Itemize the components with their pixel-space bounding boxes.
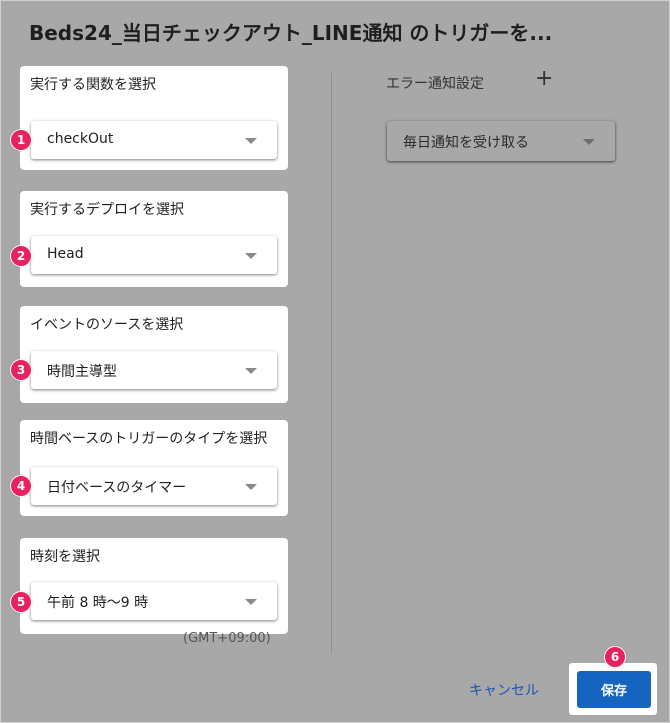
chevron-down-icon <box>245 253 257 259</box>
step-badge-2: 2 <box>10 245 32 267</box>
timezone-label: (GMT+09:00) <box>183 631 271 646</box>
chevron-down-icon <box>245 138 257 144</box>
step-badge-1: 1 <box>10 129 32 151</box>
event-source-select[interactable]: 時間主導型 <box>31 351 277 389</box>
chevron-down-icon <box>245 368 257 374</box>
save-button[interactable]: 保存 <box>577 671 651 708</box>
deployment-label: 実行するデプロイを選択 <box>30 202 184 218</box>
trigger-dialog: Beds24_当日チェックアウト_LINE通知 のトリガーを... 実行する関数… <box>0 0 670 723</box>
time-of-day-select-value: 午前 8 時～9 時 <box>47 595 149 611</box>
step-badge-3: 3 <box>10 359 32 381</box>
chevron-down-icon <box>245 599 257 605</box>
error-notification-label: エラー通知設定 <box>386 76 484 92</box>
step-badge-6: 6 <box>604 646 626 668</box>
chevron-down-icon <box>583 139 595 145</box>
time-based-type-label: 時間ベースのトリガーのタイプを選択 <box>30 431 268 447</box>
time-based-type-card: 時間ベースのトリガーのタイプを選択 日付ベースのタイマー <box>20 420 288 516</box>
error-notification-select[interactable]: 毎日通知を受け取る <box>387 121 615 161</box>
time-based-type-select[interactable]: 日付ベースのタイマー <box>31 467 277 505</box>
function-card: 実行する関数を選択 checkOut <box>20 66 288 170</box>
step-badge-4: 4 <box>10 475 32 497</box>
time-of-day-select[interactable]: 午前 8 時～9 時 <box>31 582 277 620</box>
cancel-button[interactable]: キャンセル <box>469 680 539 700</box>
column-divider <box>331 73 332 653</box>
function-label: 実行する関数を選択 <box>30 77 156 93</box>
function-select[interactable]: checkOut <box>31 121 277 159</box>
error-notification-select-value: 毎日通知を受け取る <box>403 135 529 151</box>
deployment-card: 実行するデプロイを選択 Head <box>20 191 288 287</box>
deployment-select[interactable]: Head <box>31 236 277 274</box>
time-of-day-label: 時刻を選択 <box>30 549 100 565</box>
chevron-down-icon <box>245 484 257 490</box>
add-icon[interactable]: + <box>535 67 553 91</box>
function-select-value: checkOut <box>47 131 114 147</box>
time-based-type-select-value: 日付ベースのタイマー <box>47 480 187 496</box>
deployment-select-value: Head <box>47 246 84 262</box>
step-badge-5: 5 <box>10 591 32 613</box>
dialog-title: Beds24_当日チェックアウト_LINE通知 のトリガーを... <box>29 21 553 45</box>
event-source-card: イベントのソースを選択 時間主導型 <box>20 306 288 403</box>
event-source-select-value: 時間主導型 <box>47 364 117 380</box>
time-of-day-card: 時刻を選択 午前 8 時～9 時 <box>20 538 288 634</box>
event-source-label: イベントのソースを選択 <box>30 317 184 333</box>
